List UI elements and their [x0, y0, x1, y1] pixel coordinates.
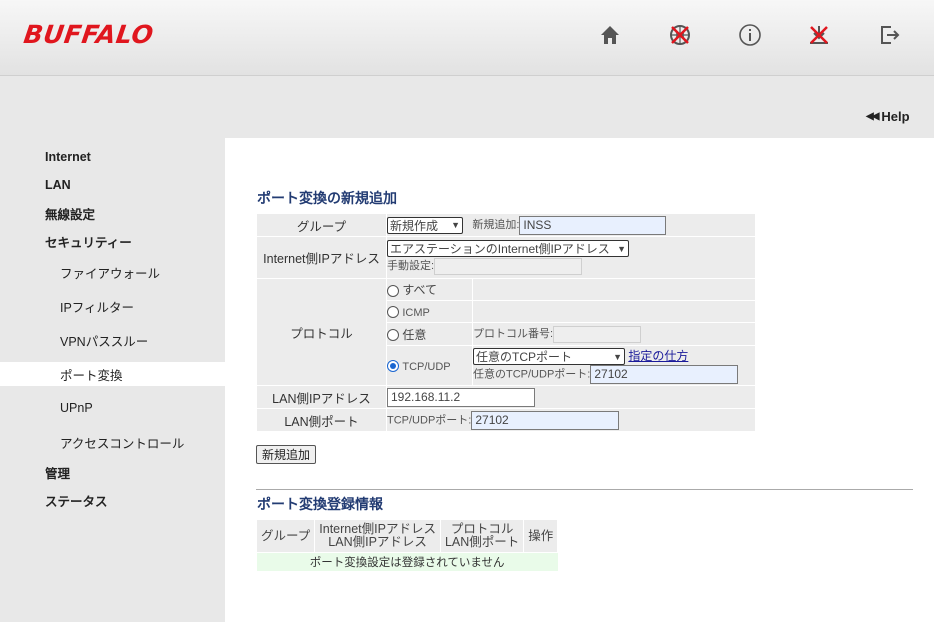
any-port-input[interactable]: 27102	[590, 365, 739, 385]
radio-any[interactable]	[387, 329, 399, 342]
manual-ip-input[interactable]	[434, 257, 583, 275]
protocol-number-label: プロトコル番号:	[473, 328, 554, 341]
download-disabled-icon[interactable]	[806, 22, 832, 48]
protocol-label: プロトコル	[256, 278, 387, 386]
radio-tcpudp-label: TCP/UDP	[402, 360, 451, 373]
help-label: Help	[881, 109, 910, 124]
nav-port-forwarding[interactable]: ポート変換	[0, 362, 225, 386]
registry-title: ポート変換登録情報	[257, 497, 383, 513]
registry-table: グループ Internet側IPアドレス LAN側IPアドレス プロトコル LAN側…	[255, 519, 559, 571]
col-proto: プロトコル LAN側ポート	[439, 519, 525, 553]
any-port-label: 任意のTCP/UDPポート:	[473, 368, 591, 381]
main-panel: ポート変換の新規追加 グループ 新規作成 ▼ 新規追加: INSS Internet…	[225, 138, 934, 622]
chevron-down-icon: ▼	[613, 351, 622, 362]
home-icon[interactable]	[597, 22, 623, 48]
group-select[interactable]: 新規作成 ▼	[387, 216, 463, 234]
double-left-arrow-icon: ◀◀	[866, 111, 879, 122]
radio-all[interactable]	[387, 284, 399, 297]
empty-message: ポート変換設定は登録されていません	[256, 552, 558, 571]
chevron-down-icon: ▼	[617, 243, 626, 254]
nav-ip-filter[interactable]: IPフィルター	[0, 294, 225, 318]
section-divider	[256, 489, 913, 490]
internet-ip-label: Internet側IPアドレス	[256, 236, 387, 279]
internet-ip-select[interactable]: エアステーションのInternet側IPアドレス ▼	[387, 240, 629, 258]
col-group: グループ	[255, 519, 316, 553]
buffalo-logo: BUFFALO	[21, 20, 156, 49]
top-header: BUFFALO	[0, 0, 934, 76]
group-name-input[interactable]: INSS	[519, 215, 667, 235]
internet-disconnected-icon[interactable]	[667, 22, 693, 48]
nav-access-control[interactable]: アクセスコントロール	[0, 430, 225, 454]
group-label: グループ	[256, 213, 387, 237]
lan-port-label: LAN側ポート	[256, 408, 387, 432]
radio-icmp[interactable]	[387, 306, 399, 319]
info-icon[interactable]	[737, 22, 763, 48]
group-new-label: 新規追加:	[472, 219, 520, 232]
col-ip: Internet側IPアドレス LAN側IPアドレス	[314, 519, 441, 553]
chevron-down-icon: ▼	[451, 220, 460, 230]
nav-management[interactable]: 管理	[0, 460, 225, 484]
nav-firewall[interactable]: ファイアウォール	[0, 260, 225, 284]
nav-vpn-passthrough[interactable]: VPNパススルー	[0, 328, 225, 352]
nav-security[interactable]: セキュリティー	[0, 229, 225, 253]
nav-lan[interactable]: LAN	[0, 173, 225, 197]
port-forward-form: グループ 新規作成 ▼ 新規追加: INSS Internet側IPアドレス エアス…	[256, 213, 756, 432]
radio-all-label: すべて	[402, 283, 438, 297]
lan-port-input[interactable]: 27102	[471, 410, 620, 430]
manual-setting-label: 手動設定:	[387, 260, 435, 273]
lan-ip-label: LAN側IPアドレス	[256, 385, 387, 409]
lan-port-field-label: TCP/UDPポート:	[387, 414, 472, 427]
nav-internet[interactable]: Internet	[0, 145, 225, 169]
radio-any-label: 任意	[402, 327, 427, 342]
logout-icon[interactable]	[876, 22, 902, 48]
radio-tcpudp[interactable]	[387, 360, 399, 373]
add-new-button[interactable]: 新規追加	[256, 445, 317, 464]
lan-ip-input[interactable]: 192.168.11.2	[387, 387, 535, 407]
help-link[interactable]: ◀◀ Help	[866, 109, 910, 124]
radio-icmp-label: ICMP	[402, 306, 430, 319]
nav-upnp[interactable]: UPnP	[0, 396, 225, 420]
form-title: ポート変換の新規追加	[257, 191, 397, 207]
protocol-number-input[interactable]	[553, 325, 642, 343]
nav-status[interactable]: ステータス	[0, 488, 225, 512]
tcp-port-select[interactable]: 任意のTCPポート ▼	[473, 348, 625, 366]
col-op: 操作	[523, 519, 559, 553]
nav-wireless[interactable]: 無線設定	[0, 201, 225, 225]
howto-link[interactable]: 指定の仕方	[628, 349, 688, 363]
